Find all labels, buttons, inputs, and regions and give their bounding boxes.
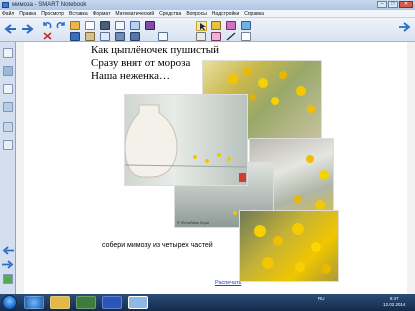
activity-builder-icon[interactable] [145,21,155,30]
delete-icon[interactable] [43,32,52,40]
screen-shade-icon[interactable] [100,21,110,30]
page-sorter-icon[interactable] [3,48,13,58]
creative-pen-icon[interactable] [226,21,236,30]
addons-icon[interactable] [3,122,13,132]
document-camera-icon[interactable] [115,32,125,41]
taskbar-explorer-icon[interactable] [50,296,70,309]
mimosa-piece-vase[interactable] [124,94,248,186]
magic-pen-icon[interactable] [211,32,221,41]
page-back-icon[interactable] [2,246,14,255]
taskbar-media-icon[interactable] [76,296,96,309]
gallery-icon[interactable] [3,66,13,76]
sidebar-tool-green-icon[interactable] [3,274,13,284]
clock-date: 12.02.2014 [383,302,406,307]
open-folder-icon[interactable] [70,21,80,30]
menu-addons[interactable]: Надстройки [212,11,239,17]
paste-icon[interactable] [85,32,95,41]
toolbar [0,18,415,42]
taskbar-ie-icon[interactable] [24,296,44,309]
menu-edit[interactable]: Правка [19,11,36,17]
menu-insert[interactable]: Вставка [69,11,88,17]
title-bar: мимоза - SMART Notebook – □ ✕ [0,0,415,10]
instruction-text: собери мимозу из четырех частей [102,242,213,249]
full-screen-icon[interactable] [100,32,110,41]
minimize-button[interactable]: – [377,1,387,8]
reset-link[interactable]: Распечать [215,280,241,286]
start-button[interactable] [2,295,17,310]
smart-notebook-app-icon [2,2,9,8]
side-panel [0,42,16,294]
text-tool-icon[interactable] [241,32,251,41]
page-forward-icon[interactable] [2,260,14,269]
forward-arrow-icon[interactable] [22,24,34,34]
redo-icon[interactable] [56,21,65,30]
poem-text: Как цыплёночек пушистый Сразу внят от мо… [91,44,219,83]
mimosa-piece-bottom-right[interactable] [239,210,339,282]
table-icon[interactable] [115,21,125,30]
maximize-button[interactable]: □ [388,1,398,8]
mimosa-bouquet-image [254,223,331,274]
menu-math[interactable]: Математический [115,11,154,17]
taskbar-word-icon[interactable] [102,296,122,309]
capture-icon[interactable] [130,21,140,30]
menu-view[interactable]: Просмотр [41,11,64,17]
back-arrow-icon[interactable] [4,24,16,34]
eraser-icon[interactable] [196,32,206,41]
save-icon[interactable] [70,32,80,41]
undo-icon[interactable] [43,21,52,30]
photo-watermark: © Фотобанк Лори [177,220,210,225]
poem-line-1: Как цыплёночек пушистый [91,44,220,56]
expand-panel-icon[interactable] [3,140,13,150]
windows-taskbar: RU 8:47 12.02.2014 [0,294,415,311]
toolbar-arrow-icon[interactable] [399,22,411,32]
notebook-canvas: Как цыплёночек пушистый Сразу внят от мо… [16,42,415,294]
attachments-icon[interactable] [3,84,13,94]
notebook-page: Как цыплёночек пушистый Сразу внят от мо… [24,42,407,294]
menu-questions[interactable]: Вопросы [186,11,206,17]
camera-icon[interactable] [130,32,140,41]
shapes-icon[interactable] [241,21,251,30]
menu-help[interactable]: Справка [244,11,264,17]
menu-bar: Файл Правка Просмотр Вставка Формат Мате… [0,10,415,18]
language-indicator[interactable]: RU [318,296,325,301]
poem-line-3: Наша неженка… [91,70,170,82]
window-title: мимоза - SMART Notebook [12,2,87,8]
add-page-icon[interactable] [85,21,95,30]
pen-icon[interactable] [211,21,221,30]
menu-tools[interactable]: Средства [159,11,181,17]
taskbar-notebook-icon[interactable] [128,296,148,309]
poem-line-2: Сразу внят от мороза [91,57,191,69]
close-button[interactable]: ✕ [399,1,413,8]
menu-format[interactable]: Формат [93,11,111,17]
menu-file[interactable]: Файл [2,11,14,17]
line-icon[interactable] [226,32,236,41]
white-vase-image [125,104,247,182]
system-clock[interactable]: 8:47 12.02.2014 [383,296,406,308]
properties-icon[interactable] [3,102,13,112]
select-arrow-icon[interactable] [196,21,207,31]
dual-page-icon[interactable] [158,32,168,41]
